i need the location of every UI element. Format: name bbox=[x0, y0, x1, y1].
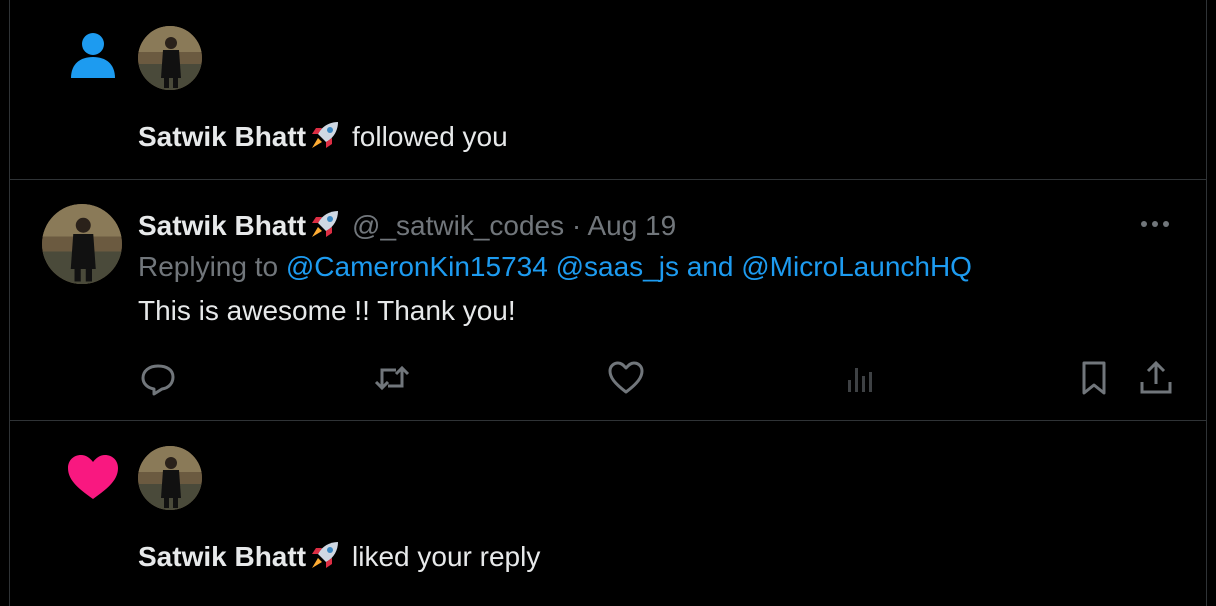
bookmark-button[interactable] bbox=[1074, 358, 1114, 398]
analytics-icon bbox=[848, 368, 872, 392]
avatar[interactable] bbox=[42, 204, 122, 284]
share-icon bbox=[1140, 360, 1172, 394]
replying-prefix: Replying to bbox=[138, 251, 279, 282]
share-button[interactable] bbox=[1136, 358, 1176, 398]
tweet-date[interactable]: Aug 19 bbox=[587, 210, 676, 241]
user-name[interactable]: Satwik Bhatt bbox=[138, 210, 306, 241]
notification-text: Satwik Bhatt liked your reply bbox=[138, 538, 540, 573]
notification-action: followed you bbox=[352, 121, 508, 152]
notification-text: Satwik Bhatt followed you bbox=[138, 118, 508, 153]
more-horizontal-icon bbox=[1141, 221, 1169, 227]
rocket-emoji-icon bbox=[308, 207, 342, 241]
user-name[interactable]: Satwik Bhatt bbox=[138, 121, 306, 152]
more-options-button[interactable] bbox=[1138, 212, 1172, 236]
tweet-text: This is awesome !! Thank you! bbox=[138, 295, 516, 326]
tweet-header: Satwik Bhatt @_satwik_codes · Aug 19 bbox=[138, 207, 676, 242]
user-handle[interactable]: @_satwik_codes bbox=[352, 210, 564, 241]
person-icon bbox=[68, 30, 118, 80]
notification-like[interactable]: Satwik Bhatt liked your reply bbox=[10, 421, 1206, 606]
rocket-emoji-icon bbox=[308, 538, 342, 572]
and-word: and bbox=[686, 251, 734, 282]
analytics-button[interactable] bbox=[840, 358, 880, 398]
mention-link[interactable]: @MicroLaunchHQ bbox=[741, 251, 972, 282]
separator-dot: · bbox=[571, 210, 582, 241]
avatar[interactable] bbox=[138, 446, 202, 510]
avatar[interactable] bbox=[138, 26, 202, 90]
notification-action: liked your reply bbox=[352, 541, 541, 572]
user-name[interactable]: Satwik Bhatt bbox=[138, 541, 306, 572]
reply-button[interactable] bbox=[138, 358, 178, 398]
bookmark-icon bbox=[1082, 361, 1106, 395]
like-button[interactable] bbox=[606, 358, 646, 398]
heart-icon bbox=[66, 453, 120, 501]
reply-tweet[interactable]: Satwik Bhatt @_satwik_codes · Aug 19 Repl… bbox=[10, 180, 1206, 421]
like-icon bbox=[608, 361, 644, 394]
mention-link[interactable]: @saas_js bbox=[556, 251, 679, 282]
retweet-button[interactable] bbox=[372, 358, 412, 398]
retweet-icon bbox=[374, 365, 410, 391]
notifications-timeline: Satwik Bhatt followed you Satwik Bhatt @_s… bbox=[9, 0, 1207, 606]
replying-to: Replying to @CameronKin15734 @saas_js an… bbox=[138, 251, 972, 283]
rocket-emoji-icon bbox=[308, 118, 342, 152]
notification-follow[interactable]: Satwik Bhatt followed you bbox=[10, 0, 1206, 180]
mention-link[interactable]: @CameronKin15734 bbox=[286, 251, 548, 282]
reply-icon bbox=[141, 364, 175, 396]
